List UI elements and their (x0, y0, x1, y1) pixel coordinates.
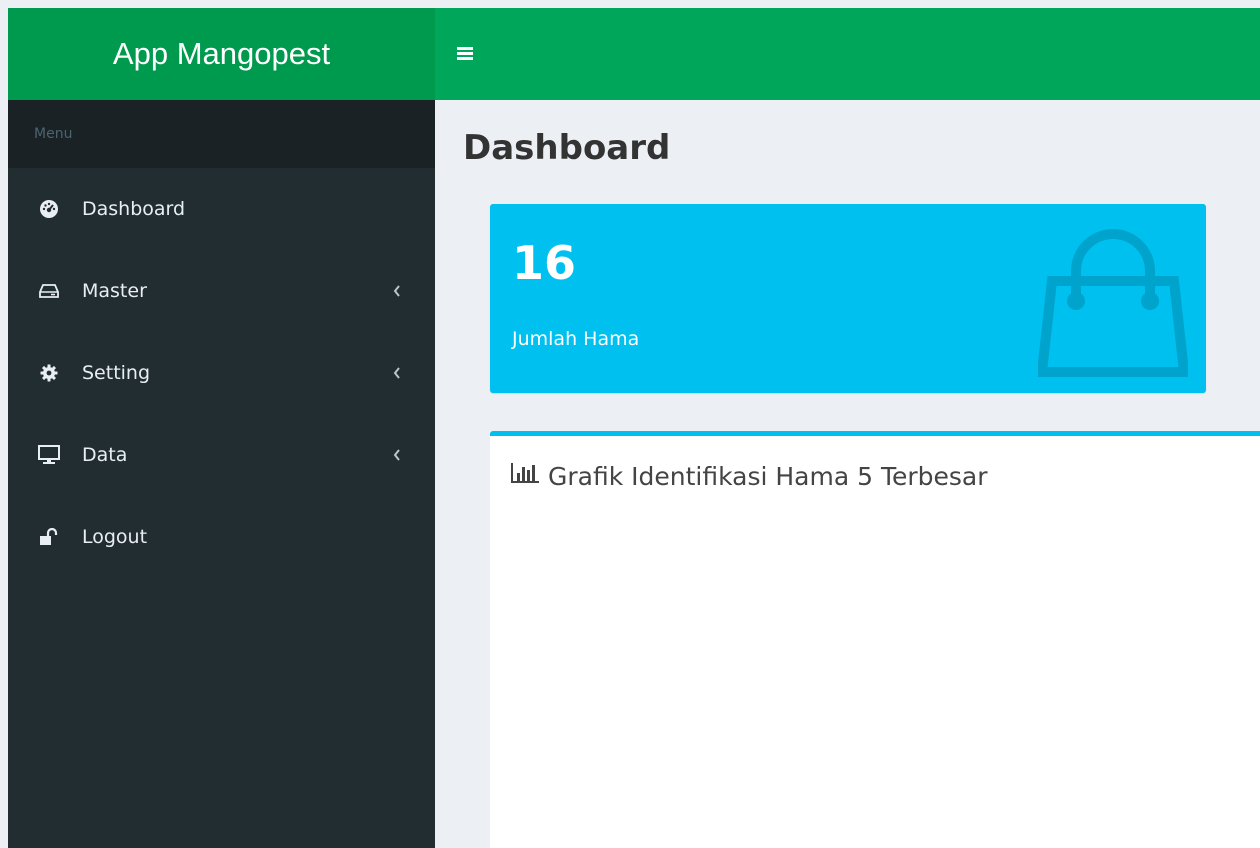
app-title: App Mangopest (112, 36, 331, 71)
sidebar-menu-header: Menu (8, 100, 435, 168)
page-title: Dashboard (463, 128, 671, 168)
sidebar-item-label: Master (82, 280, 147, 302)
chart-panel-title: Grafik Identifikasi Hama 5 Terbesar (548, 461, 988, 491)
sidebar-toggle-icon[interactable] (457, 47, 473, 61)
sidebar-item-setting[interactable]: Setting (8, 332, 435, 414)
chevron-left-icon (393, 444, 401, 466)
stat-label: Jumlah Hama (512, 328, 640, 350)
top-navbar (435, 8, 1260, 100)
gear-icon (38, 362, 60, 384)
sidebar-item-data[interactable]: Data (8, 414, 435, 496)
sidebar-item-logout[interactable]: Logout (8, 496, 435, 578)
sidebar-item-label: Dashboard (82, 198, 186, 220)
shopping-bag-icon (1036, 226, 1190, 383)
sidebar-item-label: Data (82, 444, 128, 466)
sidebar: Menu Dashboard Master Setting Data Logou… (8, 100, 435, 848)
sidebar-item-dashboard[interactable]: Dashboard (8, 168, 435, 250)
sidebar-item-label: Setting (82, 362, 151, 384)
app-logo[interactable]: App Mangopest (8, 8, 435, 100)
stat-value: 16 (512, 236, 577, 290)
sidebar-item-label: Logout (82, 526, 148, 548)
unlock-icon (38, 526, 60, 548)
chart-panel: Grafik Identifikasi Hama 5 Terbesar (490, 431, 1260, 848)
monitor-icon (38, 444, 60, 466)
chevron-left-icon (393, 362, 401, 384)
chevron-left-icon (393, 280, 401, 302)
hdd-icon (38, 280, 60, 302)
chart-panel-header: Grafik Identifikasi Hama 5 Terbesar (510, 461, 988, 491)
dashboard-icon (38, 198, 60, 220)
sidebar-item-master[interactable]: Master (8, 250, 435, 332)
bar-chart-icon (510, 461, 540, 491)
stat-box-jumlah-hama: 16 Jumlah Hama (490, 204, 1206, 393)
